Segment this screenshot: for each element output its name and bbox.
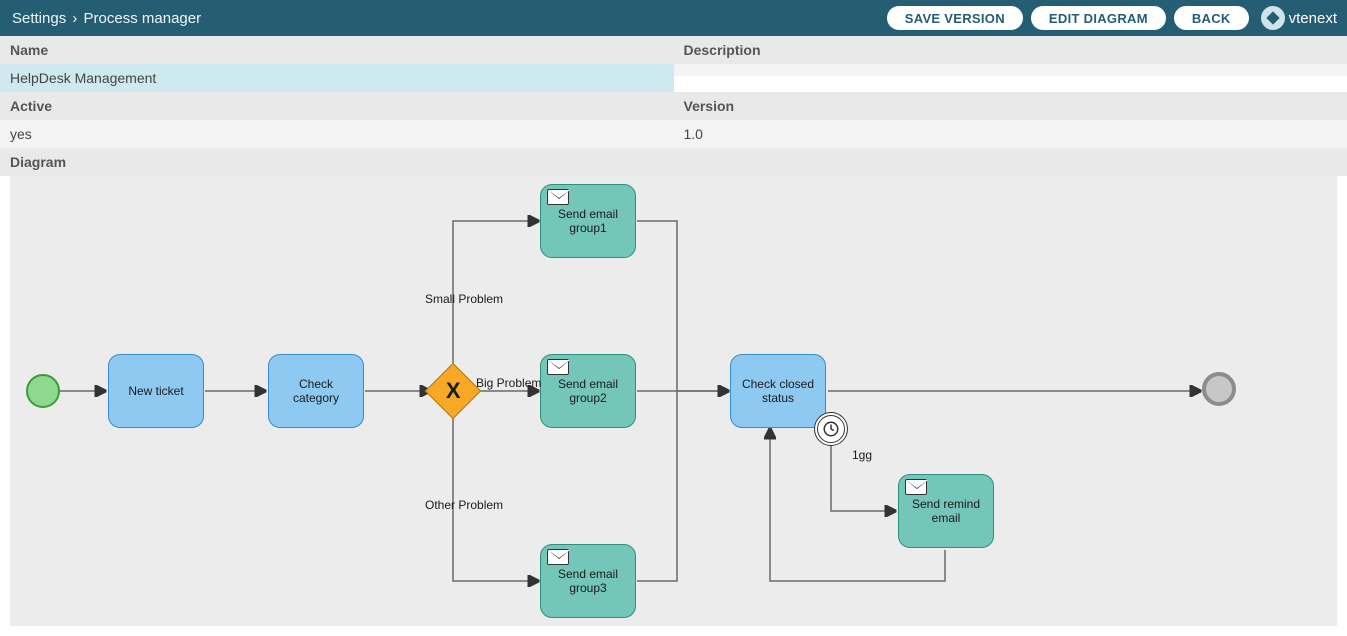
edit-diagram-button[interactable]: EDIT DIAGRAM bbox=[1031, 6, 1166, 30]
task-send-remind-email-label: Send remind email bbox=[905, 497, 987, 525]
task-send-email-group3-label: Send email group3 bbox=[547, 567, 629, 595]
edge-label-big-problem: Big Problem bbox=[476, 376, 541, 390]
task-new-ticket[interactable]: New ticket bbox=[108, 354, 204, 428]
diagram-section-label: Diagram bbox=[0, 148, 1347, 176]
mail-icon bbox=[547, 549, 569, 565]
task-send-email-group2[interactable]: Send email group2 bbox=[540, 354, 636, 428]
task-check-category[interactable]: Check category bbox=[268, 354, 364, 428]
breadcrumb-separator: › bbox=[70, 10, 79, 27]
brand-name: vtenext bbox=[1289, 10, 1337, 27]
task-check-closed-status-label: Check closed status bbox=[737, 377, 819, 405]
active-value: yes bbox=[0, 120, 674, 148]
task-check-category-label: Check category bbox=[275, 377, 357, 405]
task-check-closed-status[interactable]: Check closed status bbox=[730, 354, 826, 428]
diagram-wrapper: New ticket Check category X Send email g… bbox=[0, 176, 1347, 636]
version-value: 1.0 bbox=[674, 120, 1347, 148]
task-send-email-group1-label: Send email group1 bbox=[547, 207, 629, 235]
exclusive-gateway-icon: X bbox=[446, 378, 461, 404]
edge-label-small-problem: Small Problem bbox=[425, 292, 503, 306]
brand: vtenext bbox=[1261, 6, 1337, 30]
name-label: Name bbox=[0, 36, 674, 64]
description-value bbox=[674, 64, 1347, 76]
version-label: Version bbox=[674, 92, 1347, 120]
active-label: Active bbox=[0, 92, 674, 120]
timer-boundary-event[interactable] bbox=[814, 412, 848, 446]
task-new-ticket-label: New ticket bbox=[128, 384, 183, 398]
task-send-email-group2-label: Send email group2 bbox=[547, 377, 629, 405]
breadcrumb-current: Process manager bbox=[84, 10, 202, 27]
diagram-canvas[interactable]: New ticket Check category X Send email g… bbox=[10, 176, 1337, 626]
flow-connectors bbox=[10, 176, 1337, 626]
task-send-remind-email[interactable]: Send remind email bbox=[898, 474, 994, 548]
edge-label-timer: 1gg bbox=[852, 448, 872, 462]
bpmn-end-event[interactable] bbox=[1202, 372, 1236, 406]
clock-icon bbox=[822, 420, 840, 438]
bpmn-start-event[interactable] bbox=[26, 374, 60, 408]
brand-logo-icon bbox=[1261, 6, 1285, 30]
description-label: Description bbox=[674, 36, 1347, 64]
name-value: HelpDesk Management bbox=[0, 64, 674, 92]
edge-label-other-problem: Other Problem bbox=[425, 498, 503, 512]
mail-icon bbox=[547, 359, 569, 375]
task-send-email-group3[interactable]: Send email group3 bbox=[540, 544, 636, 618]
form-area: Name Description HelpDesk Management Act… bbox=[0, 36, 1347, 176]
top-bar: Settings › Process manager SAVE VERSION … bbox=[0, 0, 1347, 36]
back-button[interactable]: BACK bbox=[1174, 6, 1249, 30]
top-bar-actions: SAVE VERSION EDIT DIAGRAM BACK vtenext bbox=[887, 6, 1337, 30]
breadcrumb: Settings › Process manager bbox=[12, 10, 201, 27]
exclusive-gateway[interactable]: X bbox=[425, 363, 482, 420]
task-send-email-group1[interactable]: Send email group1 bbox=[540, 184, 636, 258]
mail-icon bbox=[905, 479, 927, 495]
breadcrumb-root[interactable]: Settings bbox=[12, 10, 66, 27]
save-version-button[interactable]: SAVE VERSION bbox=[887, 6, 1023, 30]
mail-icon bbox=[547, 189, 569, 205]
